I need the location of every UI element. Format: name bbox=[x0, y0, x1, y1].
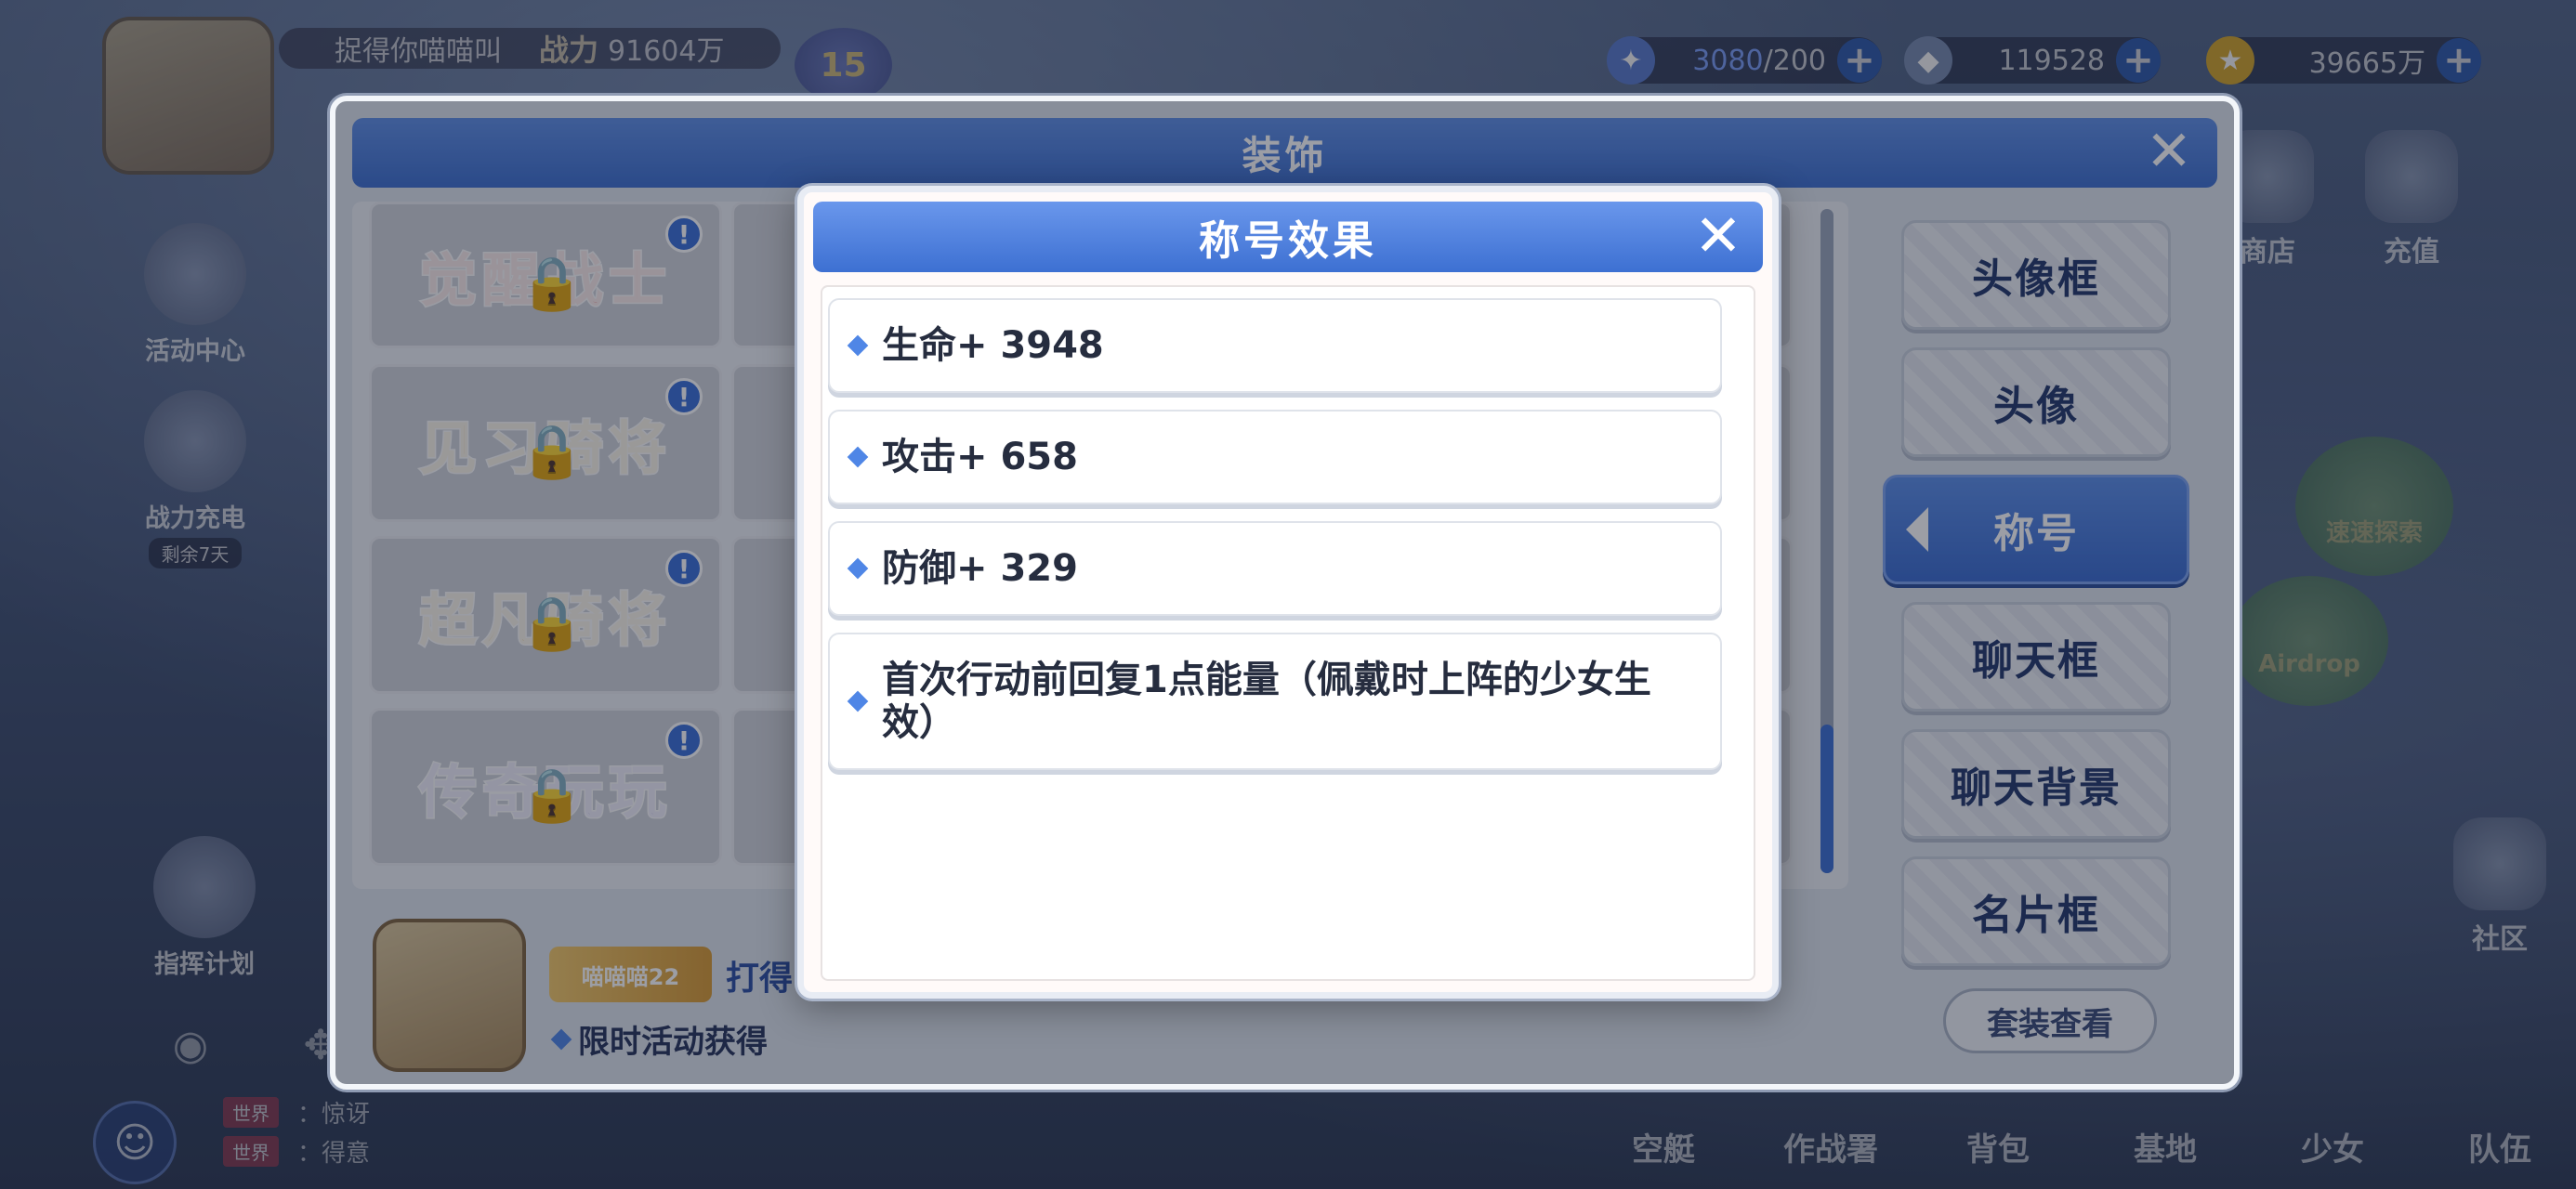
bullet-diamond-icon bbox=[847, 690, 869, 712]
effect-text: 生命+ 3948 bbox=[882, 324, 1104, 367]
effect-text: 首次行动前回复1点能量（佩戴时上阵的少女生效） bbox=[882, 659, 1651, 744]
effect-row: 防御+ 329 bbox=[828, 521, 1722, 616]
effect-list: 生命+ 3948 攻击+ 658 防御+ 329 首次行动前回复1点能量（佩戴时… bbox=[821, 285, 1755, 981]
bullet-diamond-icon bbox=[847, 557, 869, 580]
effect-header: 称号效果 ✕ bbox=[813, 202, 1763, 272]
effect-text: 防御+ 329 bbox=[882, 547, 1078, 590]
effect-title: 称号效果 bbox=[1199, 217, 1377, 265]
bullet-diamond-icon bbox=[847, 334, 869, 357]
effect-row: 生命+ 3948 bbox=[828, 298, 1722, 393]
title-effect-modal: 称号效果 ✕ 生命+ 3948 攻击+ 658 防御+ 329 首次行动前回复1… bbox=[797, 186, 1779, 999]
effect-row: 攻击+ 658 bbox=[828, 410, 1722, 504]
bullet-diamond-icon bbox=[847, 446, 869, 468]
effect-text: 攻击+ 658 bbox=[882, 436, 1078, 478]
effect-row: 首次行动前回复1点能量（佩戴时上阵的少女生效） bbox=[828, 633, 1722, 770]
effect-close-icon[interactable]: ✕ bbox=[1690, 202, 1750, 269]
